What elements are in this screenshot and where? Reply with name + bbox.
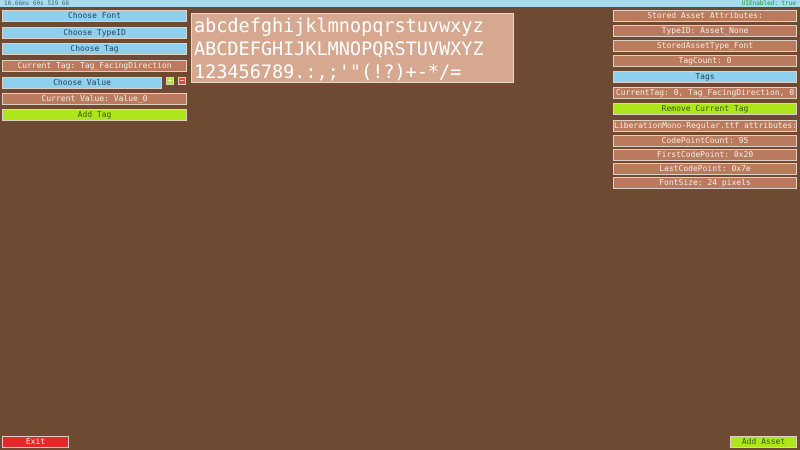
- tags-button[interactable]: Tags: [613, 71, 797, 83]
- stored-asset-type-label: StoredAssetType_Font: [613, 40, 797, 52]
- font-size-label: FontSize: 24 pixels: [613, 177, 797, 189]
- frame-timing-text: 16.66ms 60s 529 68: [4, 0, 70, 7]
- choose-font-button[interactable]: Choose Font: [2, 10, 187, 22]
- tag-count-label: TagCount: 0: [613, 55, 797, 67]
- current-tag-label: Current Tag: Tag_FacingDirection: [2, 60, 187, 72]
- preview-digits-symbols-line: 123456789.:,;'"(!?)+-*/=: [194, 62, 462, 83]
- increment-value-button[interactable]: +: [166, 77, 174, 85]
- plus-icon: +: [167, 76, 173, 85]
- add-tag-button[interactable]: Add Tag: [2, 109, 187, 121]
- preview-lowercase-line: abcdefghijklmnopqrstuvwxyz: [194, 16, 484, 37]
- status-bar: [0, 0, 800, 7]
- type-id-label: TypeID: Asset_None: [613, 25, 797, 37]
- ui-enabled-text: UIEnabled: true: [741, 0, 796, 7]
- last-code-point-label: LastCodePoint: 0x7e: [613, 163, 797, 175]
- stored-asset-attributes-header: Stored Asset Attributes:: [613, 10, 797, 22]
- exit-button[interactable]: Exit: [2, 436, 69, 448]
- choose-type-id-button[interactable]: Choose TypeID: [2, 27, 187, 39]
- first-code-point-label: FirstCodePoint: 0x20: [613, 149, 797, 161]
- current-value-label: Current Value: Value_0: [2, 93, 187, 105]
- minus-icon: −: [179, 76, 185, 85]
- choose-value-button[interactable]: Choose Value: [2, 77, 162, 89]
- decrement-value-button[interactable]: −: [178, 77, 186, 85]
- code-point-count-label: CodePointCount: 95: [613, 135, 797, 147]
- add-asset-button[interactable]: Add Asset: [730, 436, 797, 448]
- font-preview-panel: abcdefghijklmnopqrstuvwxyz ABCDEFGHIJKLM…: [191, 13, 514, 83]
- preview-uppercase-line: ABCDEFGHIJKLMNOPQRSTUVWXYZ: [194, 39, 484, 60]
- choose-tag-button[interactable]: Choose Tag: [2, 43, 187, 55]
- remove-current-tag-button[interactable]: Remove Current Tag: [613, 103, 797, 115]
- current-tag-info-label: CurrentTag: 0, Tag_FacingDirection, 0: [613, 87, 797, 99]
- font-file-attributes-header: LiberationMono-Regular.ttf attributes:: [613, 120, 797, 132]
